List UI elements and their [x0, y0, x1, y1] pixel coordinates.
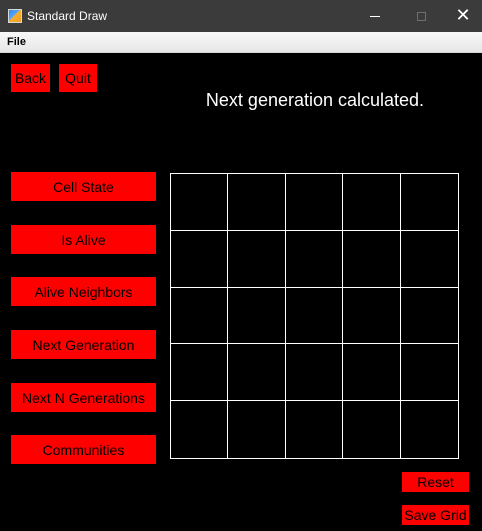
grid-cell[interactable]	[400, 174, 458, 231]
grid-cell[interactable]	[228, 174, 286, 231]
grid-cell[interactable]	[171, 174, 229, 231]
communities-button[interactable]: Communities	[11, 435, 156, 464]
quit-button[interactable]: Quit	[59, 64, 97, 92]
standard-draw-window: Standard Draw ✕ File Back Quit Next gene…	[0, 0, 482, 531]
grid-cell[interactable]	[228, 287, 286, 345]
save-grid-button[interactable]: Save Grid	[402, 505, 469, 525]
next-n-generations-button[interactable]: Next N Generations	[11, 383, 156, 412]
back-button[interactable]: Back	[11, 64, 50, 92]
menu-bar: File	[0, 32, 482, 53]
next-generation-button[interactable]: Next Generation	[11, 330, 156, 359]
grid-cell[interactable]	[343, 287, 401, 345]
grid-cell[interactable]	[343, 230, 401, 288]
grid-cell[interactable]	[285, 287, 344, 345]
grid-cell[interactable]	[228, 230, 286, 288]
alive-neighbors-button[interactable]: Alive Neighbors	[11, 277, 156, 306]
cell-state-button[interactable]: Cell State	[11, 172, 156, 201]
title-bar: Standard Draw ✕	[0, 0, 482, 32]
grid-cell[interactable]	[343, 401, 401, 458]
is-alive-button[interactable]: Is Alive	[11, 225, 156, 254]
grid-cell[interactable]	[228, 344, 286, 402]
reset-button[interactable]: Reset	[402, 472, 469, 492]
grid-cell[interactable]	[285, 344, 344, 402]
grid-cell[interactable]	[171, 401, 229, 458]
grid-cell[interactable]	[285, 230, 344, 288]
grid-cell[interactable]	[171, 230, 229, 288]
grid-cell[interactable]	[285, 174, 344, 231]
minimize-icon	[370, 15, 380, 17]
maximize-button[interactable]	[398, 0, 444, 32]
maximize-icon	[416, 11, 426, 21]
file-menu[interactable]: File	[7, 35, 26, 49]
drawing-canvas: Back Quit Next generation calculated. Ce…	[0, 53, 482, 531]
close-button[interactable]: ✕	[440, 0, 482, 32]
status-message: Next generation calculated.	[205, 90, 425, 110]
life-grid[interactable]	[170, 173, 459, 459]
window-title: Standard Draw	[27, 9, 108, 23]
grid-cell[interactable]	[400, 288, 458, 345]
close-icon: ✕	[455, 5, 471, 25]
grid-cell[interactable]	[171, 287, 229, 345]
grid-cell[interactable]	[171, 344, 229, 402]
grid-cell[interactable]	[286, 401, 344, 458]
grid-cell[interactable]	[343, 344, 401, 402]
grid-cell[interactable]	[400, 231, 458, 288]
grid-cell[interactable]	[343, 174, 401, 231]
grid-cell[interactable]	[228, 401, 286, 458]
grid-cell[interactable]	[401, 401, 458, 458]
grid-cell[interactable]	[400, 344, 458, 402]
minimize-button[interactable]	[352, 0, 398, 32]
java-app-icon	[8, 9, 22, 23]
